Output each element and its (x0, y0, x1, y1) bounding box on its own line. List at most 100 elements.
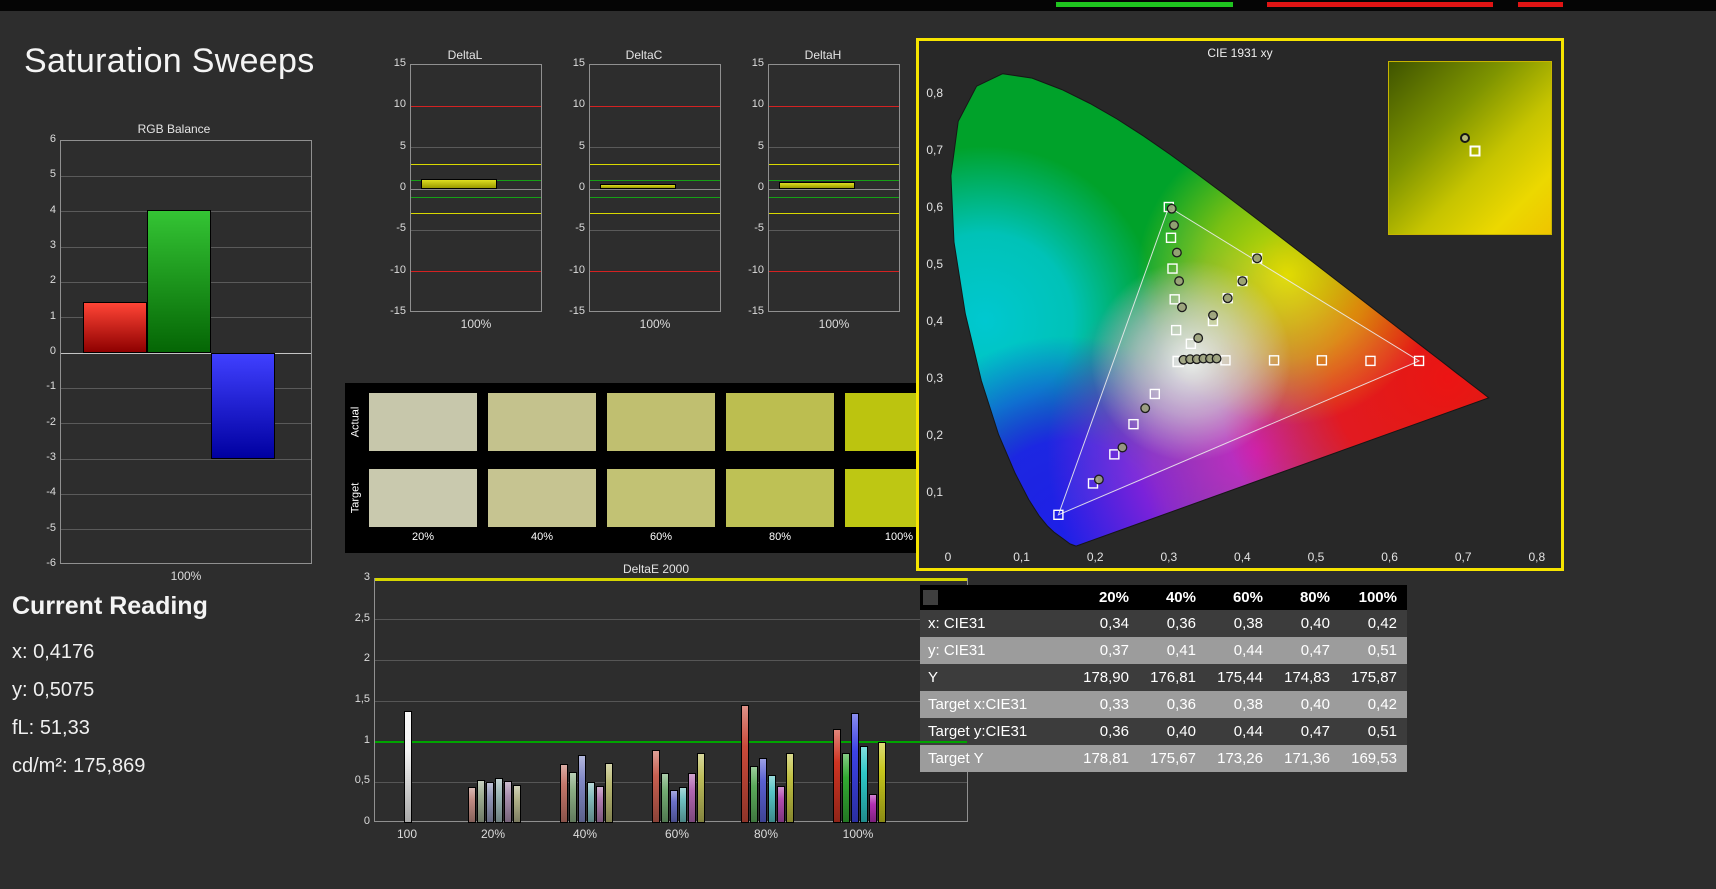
axis-tick-label: -10 (748, 263, 764, 276)
svg-text:0,2: 0,2 (926, 428, 943, 442)
delta-c-chart[interactable]: DeltaC 15 10 5 0 -5 -10 -15 100% (559, 48, 729, 340)
table-cell: 0,37 (1099, 642, 1129, 659)
swatch (369, 469, 477, 527)
table-row-label: Target Y (928, 750, 984, 767)
tab-indicator-green[interactable] (1056, 2, 1233, 7)
grid-line (411, 271, 541, 273)
axis-tick-label: 4 (49, 203, 56, 216)
measured-point (1093, 474, 1104, 485)
grid-line (769, 147, 899, 149)
measured-point (1174, 276, 1185, 287)
delta-h-chart[interactable]: DeltaH 15 10 5 0 -5 -10 -15 100% (738, 48, 908, 340)
grid-line (411, 163, 541, 165)
current-reading-heading: Current Reading (12, 592, 208, 620)
grid-line (769, 105, 899, 107)
axis-tick-label: 1 (363, 733, 370, 746)
axis-tick-label: -15 (569, 305, 585, 317)
tab-indicator-red-1[interactable] (1267, 2, 1493, 7)
measurement-table: 20% 40% 60% 80% 100% x: CIE31 0,34 0,36 0,38 0,40… (920, 585, 1407, 775)
grid-line (375, 577, 967, 581)
swatch (369, 393, 477, 451)
reading-fl-value: 51,33 (39, 717, 90, 739)
swatch-row-label: Target (345, 469, 365, 527)
grid-line (61, 175, 311, 177)
axis-tick-label: -5 (754, 222, 764, 235)
cie-zoom-inset (1388, 61, 1552, 235)
reading-x: x: 0,4176 (12, 633, 322, 671)
table-header-row: 20% 40% 60% 80% 100% (920, 585, 1407, 610)
deltae-bar (660, 772, 669, 823)
bar-green (147, 209, 211, 353)
table-row: Target y:CIE31 0,36 0,40 0,44 0,47 0,51 (920, 718, 1407, 745)
svg-text:0,1: 0,1 (1013, 550, 1030, 564)
reading-x-value: 0,4176 (33, 641, 95, 663)
axis-tick-label: -10 (390, 263, 406, 276)
reading-fl: fL: 51,33 (12, 709, 322, 747)
measured-point (1166, 203, 1177, 214)
axis-tick-label: -5 (575, 222, 585, 235)
reading-fl-label: fL: (12, 717, 35, 739)
grid-line (769, 163, 899, 165)
measured-point (1171, 247, 1182, 258)
delta-bar (779, 181, 855, 189)
grid-line (61, 493, 311, 495)
table-row: y: CIE31 0,37 0,41 0,44 0,47 0,51 (920, 637, 1407, 664)
table-cell: 176,81 (1150, 669, 1196, 686)
deltae-bar (577, 754, 586, 823)
grid-line (590, 105, 720, 107)
reading-y-value: 0,5075 (33, 679, 95, 701)
rgb-balance-chart[interactable]: RGB Balance -6 -5 -4 -3 -2 -1 0 1 2 3 4 5 6 100% (30, 122, 318, 600)
deltae-bar (868, 793, 877, 823)
deltae-bar (669, 789, 678, 823)
axis-tick-label: -6 (46, 557, 56, 569)
x-axis-label: 100% (639, 317, 671, 331)
swatch (607, 469, 715, 527)
svg-text:0,7: 0,7 (1455, 550, 1472, 564)
delta-l-chart[interactable]: DeltaL 15 10 5 0 -5 -10 -15 100% (380, 48, 550, 340)
axis-tick-label: -15 (390, 305, 406, 317)
table-row: Target Y 178,81 175,67 173,26 171,36 169,53 (920, 745, 1407, 772)
page-title: Saturation Sweeps (24, 42, 315, 80)
swatch (726, 469, 834, 527)
svg-text:0,6: 0,6 (1381, 550, 1398, 564)
axis-tick-label: 10 (393, 98, 406, 111)
table-corner-icon (923, 590, 938, 605)
tab-indicator-red-2[interactable] (1518, 2, 1563, 7)
table-row-label: x: CIE31 (928, 615, 986, 632)
saturation-swatch-panel[interactable]: Actual Target 20% 40% 60% 80% 100% (345, 383, 980, 553)
measured-point (1252, 253, 1263, 264)
deltae-x-label: 100% (842, 827, 874, 841)
svg-text:0,5: 0,5 (926, 257, 943, 271)
swatch-row-label: Actual (345, 393, 365, 451)
delta-e-2000-chart[interactable]: DeltaE 2000 0 0,5 1 1,5 2 2,5 3 100 20% 40% 60% 80%… (330, 562, 982, 858)
svg-text:0,8: 0,8 (1528, 550, 1545, 564)
deltae-bar (696, 753, 705, 823)
table-cell: 178,90 (1083, 669, 1129, 686)
calibration-workspace: Saturation Sweeps RGB Balance -6 -5 -4 -3 -2… (0, 0, 1716, 889)
reading-cdm2-value: 175,869 (73, 755, 146, 777)
inset-measured-point (1460, 132, 1471, 143)
swatch-row-label-text: Target (349, 482, 362, 514)
svg-text:0,5: 0,5 (1308, 550, 1325, 564)
axis-tick-label: 15 (393, 57, 406, 69)
measured-point (1222, 293, 1233, 304)
axis-tick-label: -5 (396, 222, 406, 235)
svg-text:0,3: 0,3 (926, 371, 943, 385)
delta-e-title: DeltaE 2000 (622, 562, 690, 576)
deltae-bar (687, 773, 696, 823)
table-cell: 0,44 (1233, 642, 1263, 659)
grid-line (590, 196, 720, 198)
table-cell: 175,67 (1150, 750, 1196, 767)
deltae-bar (678, 787, 687, 823)
cie-1931-chart[interactable]: CIE 1931 xy 0 0,1 0,2 0,3 0,4 0,5 0,6 0,7 0,8 0,1… (916, 38, 1564, 571)
svg-text:0,8: 0,8 (926, 86, 943, 100)
table-cell: 178,81 (1083, 750, 1129, 767)
grid-line (411, 229, 541, 231)
axis-tick-label: 2 (363, 652, 370, 665)
axis-tick-label: -15 (748, 305, 764, 317)
plot-area (60, 140, 312, 564)
deltae-bar (841, 753, 850, 823)
grid-line (590, 180, 720, 182)
svg-text:0,3: 0,3 (1160, 550, 1177, 564)
deltae-x-label: 60% (664, 827, 690, 841)
